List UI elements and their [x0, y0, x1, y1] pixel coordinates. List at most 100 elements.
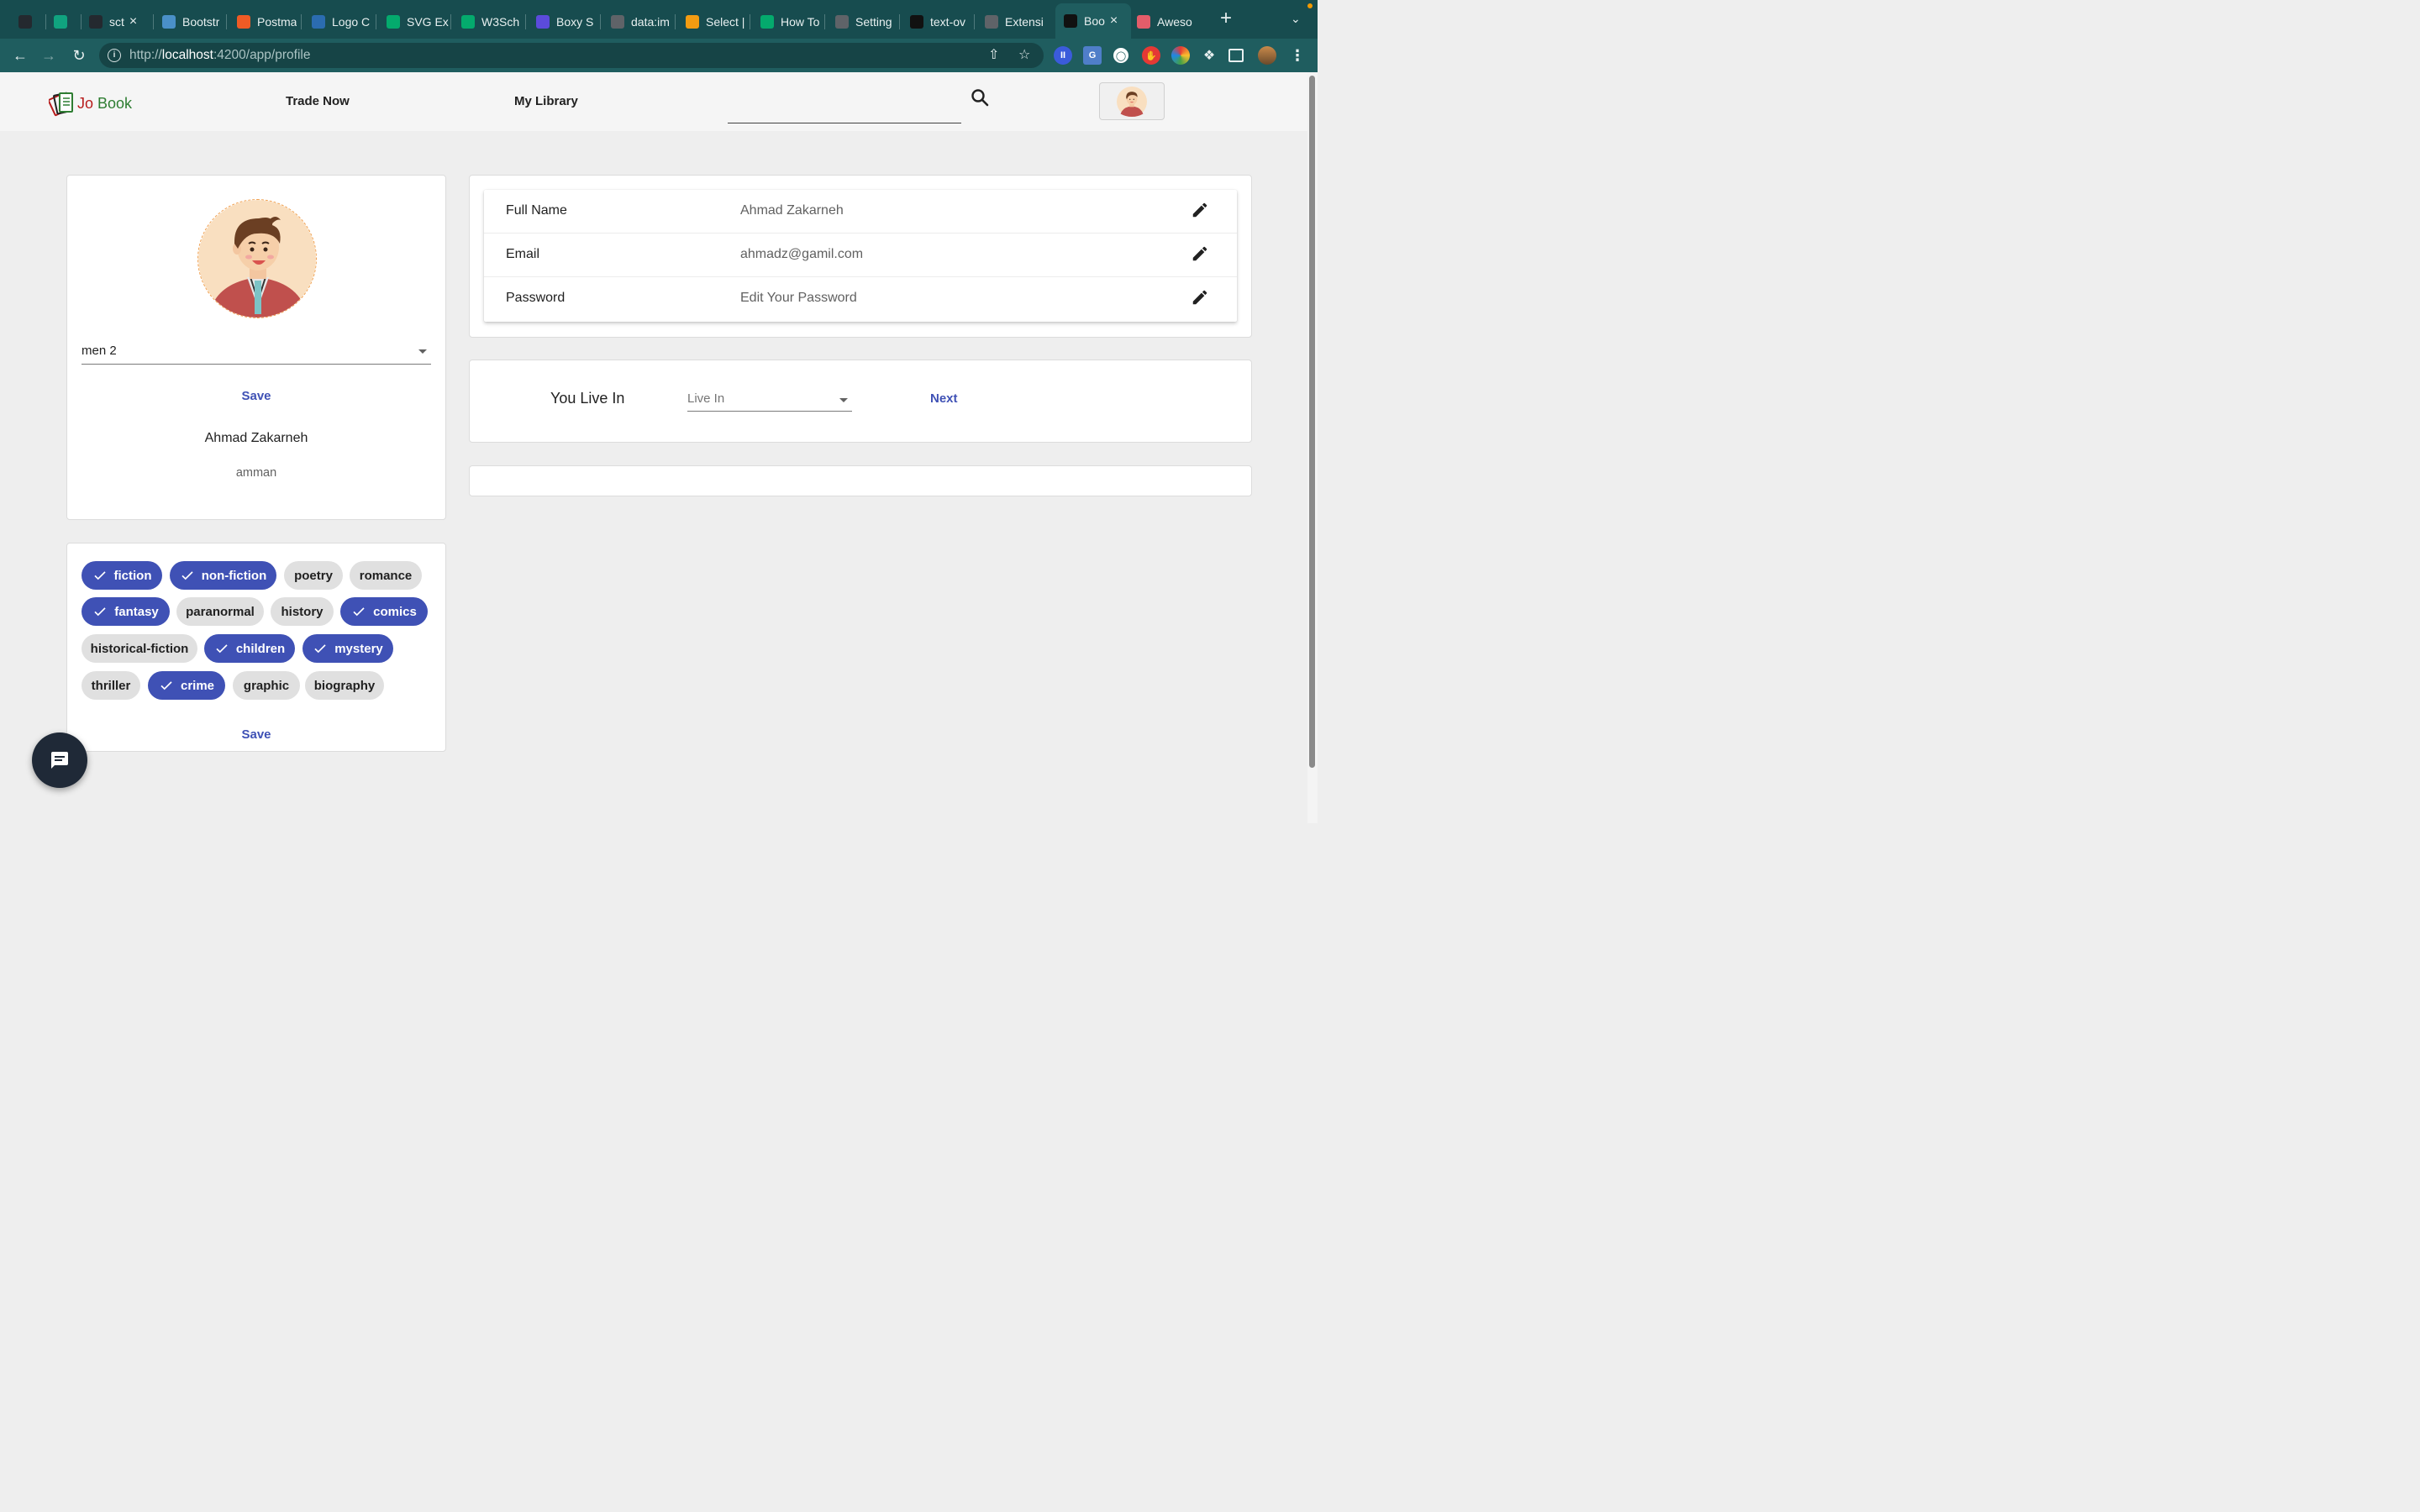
browser-tab[interactable]: SVG Ex: [378, 5, 449, 39]
browser-tab[interactable]: Boxy S: [528, 5, 598, 39]
edit-full-name-pencil-icon[interactable]: [1191, 201, 1209, 219]
chat-fab-button[interactable]: [32, 732, 87, 788]
adblock-extension-icon[interactable]: ✋: [1142, 46, 1160, 65]
url-text[interactable]: http://localhost:4200/app/profile: [129, 48, 310, 63]
genre-chip-graphic[interactable]: graphic: [233, 671, 300, 700]
genre-chip-crime[interactable]: crime: [148, 671, 225, 700]
browser-tab-title: data:im: [631, 15, 670, 29]
profile-city: amman: [235, 466, 277, 480]
genre-chip-comics[interactable]: comics: [340, 597, 428, 626]
genre-chip-historical-fiction[interactable]: historical-fiction: [82, 634, 197, 663]
close-tab-icon[interactable]: ×: [129, 14, 137, 29]
boxy-icon: [536, 15, 550, 29]
search-input[interactable]: [728, 84, 961, 123]
account-info-card: Full Name Ahmad Zakarneh Email ahmadz@ga…: [469, 175, 1252, 338]
browser-tab[interactable]: text-ov: [902, 5, 972, 39]
tab-separator: [824, 14, 825, 29]
genre-chip-mystery[interactable]: mystery: [302, 634, 393, 663]
genre-chip-children[interactable]: children: [204, 634, 295, 663]
browser-tab[interactable]: [45, 5, 79, 39]
bootstrap-icon: [162, 15, 176, 29]
check-icon: [216, 644, 228, 654]
browser-tab[interactable]: W3Sch: [453, 5, 523, 39]
bookmark-star-icon[interactable]: ☆: [1018, 46, 1030, 63]
extensions-puzzle-icon[interactable]: ❖: [1200, 46, 1218, 65]
browser-tab[interactable]: data:im: [602, 5, 673, 39]
nav-my-library[interactable]: My Library: [514, 94, 578, 108]
site-info-icon[interactable]: i: [108, 49, 121, 62]
forward-icon[interactable]: →: [39, 45, 59, 66]
side-panel-icon[interactable]: [1228, 49, 1244, 62]
gear-icon: [835, 15, 849, 29]
update-indicator: [1307, 3, 1313, 8]
browser-menu-icon[interactable]: ⋮: [1288, 46, 1307, 65]
genre-chip-label: comics: [373, 604, 417, 619]
color-picker-extension-icon[interactable]: [1171, 46, 1190, 65]
logo-icon: [312, 15, 325, 29]
genre-chip-paranormal[interactable]: paranormal: [176, 597, 264, 626]
edit-email-pencil-icon[interactable]: [1191, 244, 1209, 263]
genre-chip-label: history: [281, 604, 324, 619]
profile-avatar-icon[interactable]: [1258, 46, 1276, 65]
browser-tab[interactable]: Boo ×: [1055, 3, 1131, 39]
address-bar[interactable]: i http://localhost:4200/app/profile ⇧ ☆: [99, 43, 1044, 68]
browser-tab[interactable]: Extensi: [976, 5, 1047, 39]
user-avatar-button[interactable]: [1099, 82, 1165, 120]
tab-separator: [600, 14, 601, 29]
full-name-value: Ahmad Zakarneh: [740, 203, 844, 218]
genre-chip-history[interactable]: history: [271, 597, 334, 626]
browser-tab[interactable]: How To: [752, 5, 823, 39]
brand-logo[interactable]: Jo Book: [49, 89, 132, 118]
genre-chip-label: non-fiction: [201, 568, 267, 583]
tab-separator: [974, 14, 975, 29]
check-icon: [93, 571, 106, 580]
account-info-list: Full Name Ahmad Zakarneh Email ahmadz@ga…: [484, 190, 1237, 322]
translate-extension-icon[interactable]: G: [1083, 46, 1102, 65]
browser-tab[interactable]: [10, 5, 44, 39]
awesome-icon: [1137, 15, 1150, 29]
avatar: [1117, 86, 1147, 117]
genre-chip-fiction[interactable]: fiction: [82, 561, 162, 590]
browser-tab[interactable]: Postma: [229, 5, 299, 39]
genre-chip-biography[interactable]: biography: [305, 671, 384, 700]
tab-search-chevron-icon[interactable]: ⌄: [1291, 12, 1301, 26]
share-icon[interactable]: ⇧: [988, 46, 999, 63]
browser-tab[interactable]: Bootstr: [154, 5, 224, 39]
extension-pause-icon[interactable]: II: [1054, 46, 1072, 65]
nav-trade-now[interactable]: Trade Now: [286, 94, 350, 108]
genre-chip-romance[interactable]: romance: [350, 561, 422, 590]
back-icon[interactable]: ←: [10, 45, 30, 66]
genre-chip-non-fiction[interactable]: non-fiction: [170, 561, 276, 590]
genre-chip-fantasy[interactable]: fantasy: [82, 597, 170, 626]
browser-tab-title: Select |: [706, 15, 745, 29]
new-tab-button[interactable]: +: [1217, 8, 1235, 29]
genre-chip-poetry[interactable]: poetry: [284, 561, 343, 590]
puzzle-icon: [985, 15, 998, 29]
edit-password-pencil-icon[interactable]: [1191, 288, 1209, 307]
page-scrollbar[interactable]: [1307, 72, 1318, 823]
extension-icon[interactable]: ◯: [1112, 46, 1130, 65]
check-icon: [94, 607, 106, 617]
close-tab-icon[interactable]: ×: [1110, 13, 1118, 29]
password-value: Edit Your Password: [740, 291, 857, 305]
browser-tab[interactable]: Logo C: [303, 5, 374, 39]
shield-icon: [686, 15, 699, 29]
live-in-select[interactable]: Live In: [687, 388, 852, 412]
save-genres-button[interactable]: Save: [67, 727, 445, 742]
browser-tab-title: Postma: [257, 15, 297, 29]
genre-chip-thriller[interactable]: thriller: [82, 671, 140, 700]
genre-chip-label: children: [235, 641, 286, 656]
genre-chip-label: thriller: [91, 678, 131, 693]
reload-icon[interactable]: ↻: [69, 45, 89, 66]
avatar-select[interactable]: men 2: [82, 339, 431, 365]
browser-tab[interactable]: Select |: [677, 5, 748, 39]
browser-tab[interactable]: sct ×: [81, 5, 151, 39]
browser-tab[interactable]: Setting: [827, 5, 897, 39]
save-avatar-button[interactable]: Save: [67, 389, 445, 403]
search-icon[interactable]: [970, 87, 990, 108]
browser-tab-title: W3Sch: [481, 15, 520, 29]
mdn-icon: [910, 15, 923, 29]
browser-tab[interactable]: Aweso: [1128, 5, 1204, 39]
next-button[interactable]: Next: [930, 391, 958, 406]
scrollbar-thumb[interactable]: [1309, 76, 1315, 768]
